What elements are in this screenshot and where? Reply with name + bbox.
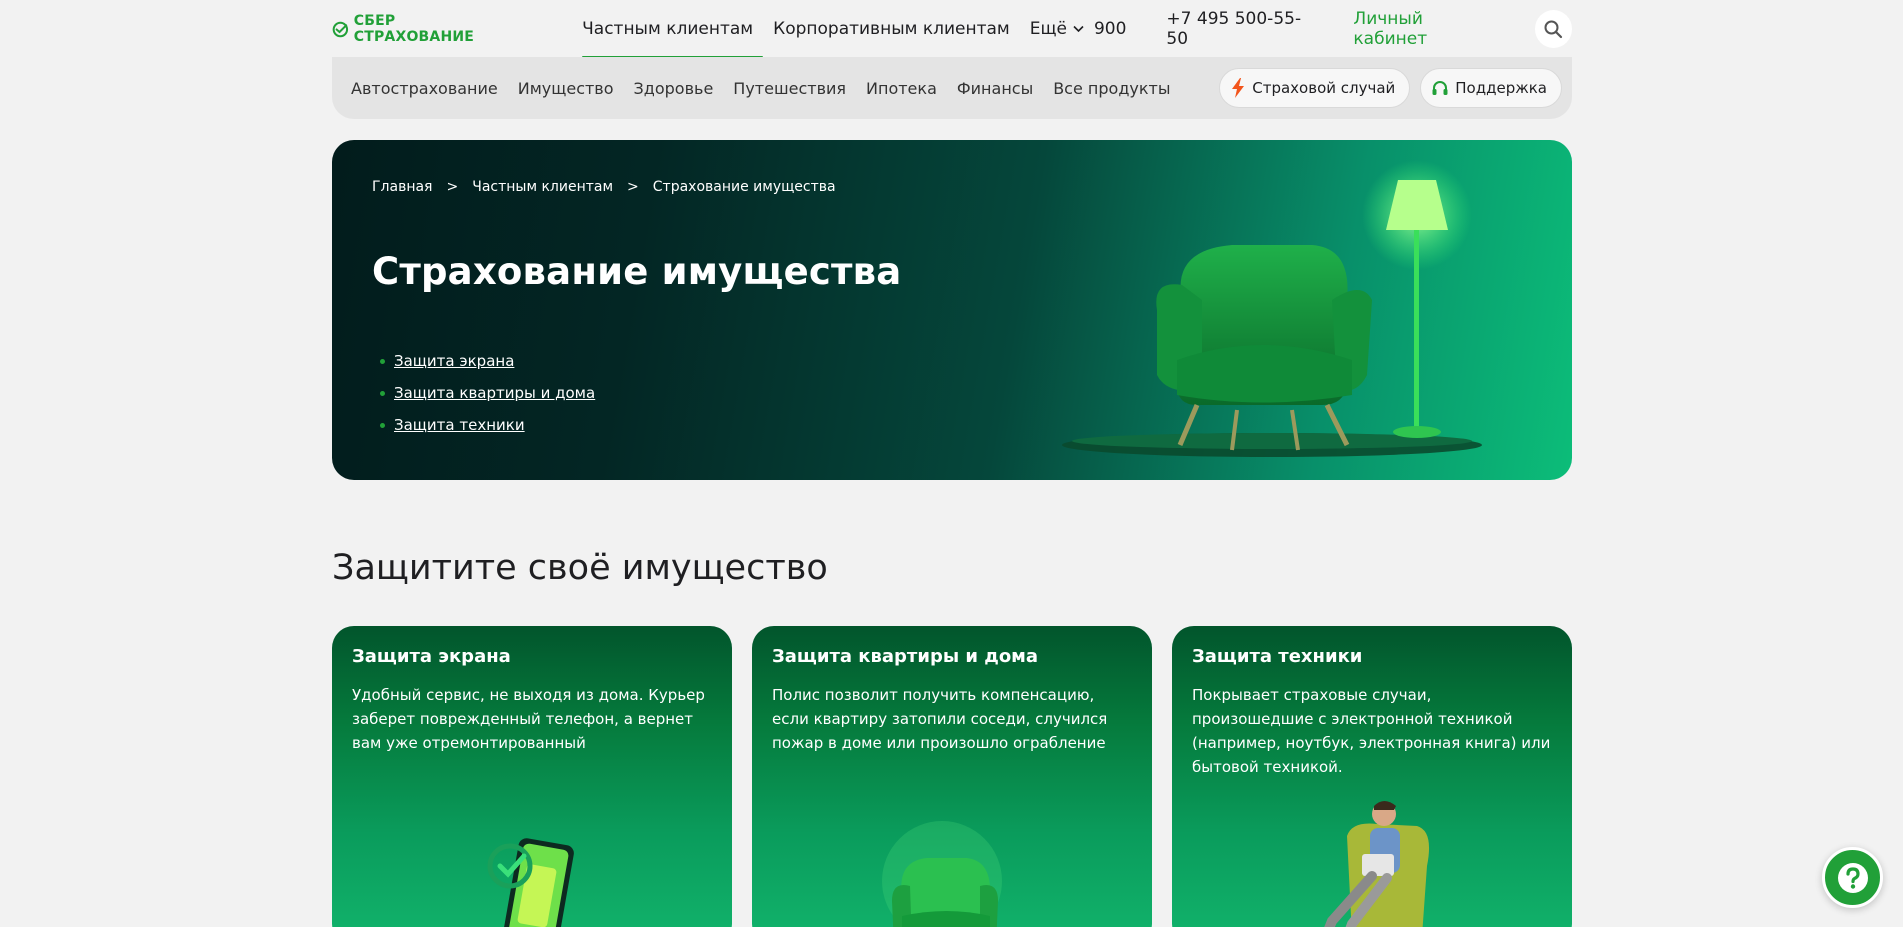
card-apartment-protection[interactable]: Защита квартиры и дома Полис позволит по… (752, 626, 1152, 927)
list-item: Защита техники (372, 409, 595, 441)
hero-link-electronics[interactable]: Защита техники (394, 416, 525, 434)
bullet (380, 390, 385, 396)
breadcrumb-home[interactable]: Главная (372, 179, 432, 195)
nav-more[interactable]: Ещё (1020, 0, 1094, 58)
search-icon (1544, 20, 1563, 39)
card-text: Удобный сервис, не выходя из дома. Курье… (352, 686, 705, 752)
subnav-item-all-products[interactable]: Все продукты (1053, 79, 1170, 98)
personal-cabinet-link[interactable]: Личный кабинет (1353, 9, 1498, 49)
sber-check-icon (332, 21, 349, 37)
hero-link-apartment[interactable]: Защита квартиры и дома (394, 384, 595, 402)
phone-short[interactable]: 900 (1094, 19, 1126, 39)
question-icon (1837, 862, 1868, 893)
card-title: Защита квартиры и дома (772, 646, 1039, 667)
logo-text: СБЕР СТРАХОВАНИЕ (353, 13, 475, 45)
card-text: Полис позволит получить компенсацию, есл… (772, 686, 1108, 752)
hero-link-screen[interactable]: Защита экрана (394, 352, 514, 370)
hero-banner: Главная > Частным клиентам > Страхование… (332, 140, 1572, 480)
nav-private-clients[interactable]: Частным клиентам (582, 0, 764, 58)
person-laptop-illustration (1324, 801, 1429, 927)
product-nav: Автострахование Имущество Здоровье Путеш… (332, 57, 1572, 119)
card-title: Защита экрана (352, 646, 511, 667)
logo[interactable]: СБЕР СТРАХОВАНИЕ (332, 13, 518, 45)
headset-icon (1432, 81, 1448, 95)
section-title: Защитите своё имущество (332, 548, 828, 588)
list-item: Защита квартиры и дома (372, 377, 595, 409)
insurance-case-button[interactable]: Страховой случай (1219, 68, 1411, 108)
support-label: Поддержка (1455, 79, 1547, 97)
breadcrumb: Главная > Частным клиентам > Страхование… (372, 179, 836, 195)
help-chat-button[interactable] (1822, 847, 1883, 908)
nav-corporate-clients[interactable]: Корпоративным клиентам (763, 0, 1020, 58)
card-screen-protection[interactable]: Защита экрана Удобный сервис, не выходя … (332, 626, 732, 927)
top-header: СБЕР СТРАХОВАНИЕ Частным клиентам Корпор… (332, 0, 1572, 58)
support-button[interactable]: Поддержка (1420, 68, 1562, 108)
breadcrumb-private-clients[interactable]: Частным клиентам (472, 179, 613, 195)
card-text: Покрывает страховые случаи, произошедшие… (1192, 686, 1551, 776)
subnav-item-finance[interactable]: Финансы (957, 79, 1033, 98)
breadcrumb-separator: > (446, 179, 459, 195)
breadcrumb-current: Страхование имущества (652, 179, 836, 195)
page-title: Страхование имущества (372, 250, 902, 293)
subnav-item-health[interactable]: Здоровье (634, 79, 714, 98)
subnav-item-travel[interactable]: Путешествия (733, 79, 846, 98)
nav-more-label: Ещё (1029, 19, 1067, 39)
list-item: Защита экрана (372, 345, 595, 377)
card-title: Защита техники (1192, 646, 1363, 667)
search-button[interactable] (1534, 10, 1572, 48)
lightning-icon (1232, 78, 1245, 98)
bullet (380, 358, 385, 364)
chevron-down-icon (1073, 22, 1084, 36)
armchair-lamp-illustration (1062, 160, 1482, 457)
armchair-illustration (882, 821, 1002, 927)
hero-link-list: Защита экрана Защита квартиры и дома Защ… (372, 345, 595, 441)
phone-illustration (487, 838, 574, 927)
bullet (380, 422, 385, 428)
subnav-actions: Страховой случай Поддержка (1219, 68, 1562, 108)
subnav-item-property[interactable]: Имущество (518, 79, 614, 98)
subnav-item-mortgage[interactable]: Ипотека (866, 79, 937, 98)
card-electronics-protection[interactable]: Защита техники Покрывает страховые случа… (1172, 626, 1572, 927)
phone-long[interactable]: +7 495 500-55-50 (1166, 9, 1319, 49)
product-cards: Защита экрана Удобный сервис, не выходя … (332, 626, 1572, 927)
main-nav: Частным клиентам Корпоративным клиентам … (582, 0, 1094, 58)
subnav-item-auto[interactable]: Автострахование (351, 79, 498, 98)
header-contacts: 900 +7 495 500-55-50 Личный кабинет (1094, 9, 1572, 49)
breadcrumb-separator: > (627, 179, 639, 195)
insurance-case-label: Страховой случай (1252, 79, 1396, 97)
